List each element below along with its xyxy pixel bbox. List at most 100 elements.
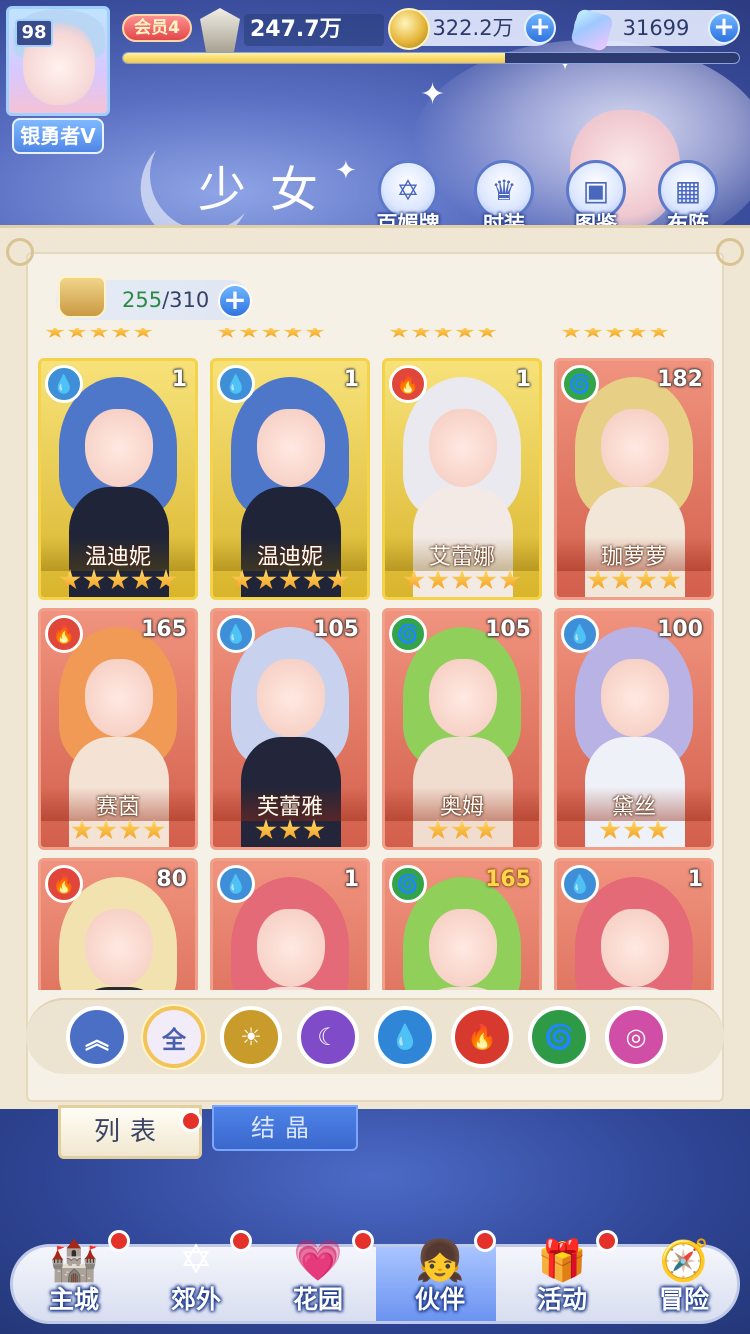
capacity-current: 255	[122, 288, 163, 312]
star-icon	[427, 569, 449, 590]
companion-card[interactable]: 💧 1	[554, 858, 714, 990]
card-level: 1	[515, 367, 531, 392]
nav-item-gift[interactable]: 🎁 活动	[502, 1200, 622, 1320]
filter-wind-button[interactable]: 🌀	[528, 1006, 590, 1068]
filter-favorite-button[interactable]: ︽	[66, 1006, 128, 1068]
card-level: 1	[171, 367, 187, 392]
tornado-icon: 🌀	[544, 1023, 574, 1051]
nav-item-companion[interactable]: 👧 伙伴	[380, 1200, 500, 1320]
filter-dark-button[interactable]: ☾	[297, 1006, 359, 1068]
card-star-rating	[385, 819, 539, 845]
water-drop-icon: 💧	[217, 865, 255, 903]
companion-card[interactable]: 💧 1 温迪妮	[210, 358, 370, 600]
companion-card[interactable]: 💧 100 黛丝	[554, 608, 714, 850]
star-icon	[143, 819, 165, 840]
card-character-face	[601, 659, 669, 737]
star-icon	[255, 819, 277, 840]
capacity-text: 255/310	[122, 280, 209, 320]
card-star-rating	[557, 819, 711, 845]
card-level: 1	[687, 867, 703, 892]
capacity-max: /310	[162, 288, 210, 312]
card-name: 奥姆	[439, 795, 484, 820]
filter-all-button[interactable]: 全	[143, 1006, 205, 1068]
notification-dot	[352, 1230, 374, 1252]
card-name: 赛茵	[95, 795, 140, 820]
star-icon	[587, 569, 609, 590]
star-icon	[647, 819, 669, 840]
water-drop-icon: 💧	[217, 615, 255, 653]
flame-icon: 🔥	[45, 865, 83, 903]
star-icon	[231, 569, 253, 590]
star-icon	[107, 569, 129, 590]
filter-label: 全	[162, 1025, 186, 1054]
companion-card[interactable]: 💧 1	[210, 858, 370, 990]
notification-dot	[596, 1230, 618, 1252]
star-icon	[623, 819, 645, 840]
tornado-icon: 🌀	[389, 865, 427, 903]
player-level-badge: 98	[15, 19, 53, 47]
gold-value: 322.2万	[432, 16, 514, 40]
companion-card[interactable]: 🔥 165 赛茵	[38, 608, 198, 850]
nav-item-castle[interactable]: 🏰 主城	[14, 1200, 134, 1320]
star-icon	[599, 819, 621, 840]
filter-water-button[interactable]: 💧	[374, 1006, 436, 1068]
wing-icon: ︽	[85, 1025, 109, 1054]
card-star-rating	[213, 819, 367, 845]
roster-bag-icon	[58, 276, 106, 318]
companion-card[interactable]: 🔥 1 艾蕾娜	[382, 358, 542, 600]
star-icon	[303, 819, 325, 840]
water-drop-icon: 💧	[45, 365, 83, 403]
moon-icon: ☾	[317, 1023, 339, 1051]
card-character-face	[429, 409, 497, 487]
card-character-face	[85, 909, 153, 987]
water-drop-icon: 💧	[561, 865, 599, 903]
companion-card[interactable]: 🌀 105 奥姆	[382, 608, 542, 850]
card-star-rating	[385, 569, 539, 595]
companion-card[interactable]: 💧 1 温迪妮	[38, 358, 198, 600]
water-drop-icon: 💧	[390, 1023, 420, 1051]
tab-crystal[interactable]: 结晶	[212, 1105, 358, 1151]
star-icon	[451, 819, 473, 840]
card-level: 165	[141, 617, 187, 642]
filter-magic-button[interactable]: ◎	[605, 1006, 667, 1068]
add-gold-button[interactable]: +	[524, 12, 556, 44]
combat-power-value: 247.7万	[244, 14, 384, 46]
nav-label: 活动	[536, 1285, 587, 1314]
player-avatar[interactable]: 98	[6, 6, 110, 116]
gem-value: 31699	[622, 16, 690, 40]
companion-card[interactable]: 🌀 182 珈萝萝	[554, 358, 714, 600]
star-icon	[427, 819, 449, 840]
companion-card[interactable]: 🔥 80	[38, 858, 198, 990]
notification-dot	[474, 1230, 496, 1252]
flame-icon: 🔥	[45, 615, 83, 653]
star-icon	[635, 569, 657, 590]
nav-item-hexagram[interactable]: ✡ 郊外	[136, 1200, 256, 1320]
filter-light-button[interactable]: ☀	[220, 1006, 282, 1068]
expand-capacity-button[interactable]: +	[218, 284, 252, 318]
nav-item-heart[interactable]: 💗 花园	[258, 1200, 378, 1320]
card-character-face	[85, 659, 153, 737]
vip-badge[interactable]: 会员4	[122, 14, 192, 42]
filter-fire-button[interactable]: 🔥	[451, 1006, 513, 1068]
gold-coin-icon	[388, 8, 430, 50]
add-gems-button[interactable]: +	[708, 12, 740, 44]
notification-dot	[180, 1110, 202, 1132]
nav-label: 郊外	[170, 1285, 221, 1314]
nav-item-compass[interactable]: 🧭 冒险	[624, 1200, 744, 1320]
card-level: 105	[313, 617, 359, 642]
flame-icon: 🔥	[467, 1023, 497, 1051]
star-icon	[131, 569, 153, 590]
player-rank-tag[interactable]: 银勇者V	[12, 118, 104, 154]
tab-list[interactable]: 列表	[58, 1105, 202, 1159]
companion-card[interactable]: 🌀 165	[382, 858, 542, 990]
star-icon	[611, 569, 633, 590]
water-drop-icon: 💧	[561, 615, 599, 653]
star-icon	[95, 819, 117, 840]
partial-card-row	[560, 328, 710, 338]
card-name: 温迪妮	[256, 545, 323, 570]
companion-card[interactable]: 💧 105 芙蕾雅	[210, 608, 370, 850]
card-level: 80	[156, 867, 187, 892]
star-icon	[155, 569, 177, 590]
companion-grid: 💧 1 温迪妮 💧 1 温迪妮 🔥 1 艾蕾娜 🌀 182 珈萝萝 🔥 165 赛茵 💧 105 芙蕾雅 🌀 105 奥…	[36, 328, 716, 990]
sun-icon: ☀	[240, 1023, 262, 1051]
